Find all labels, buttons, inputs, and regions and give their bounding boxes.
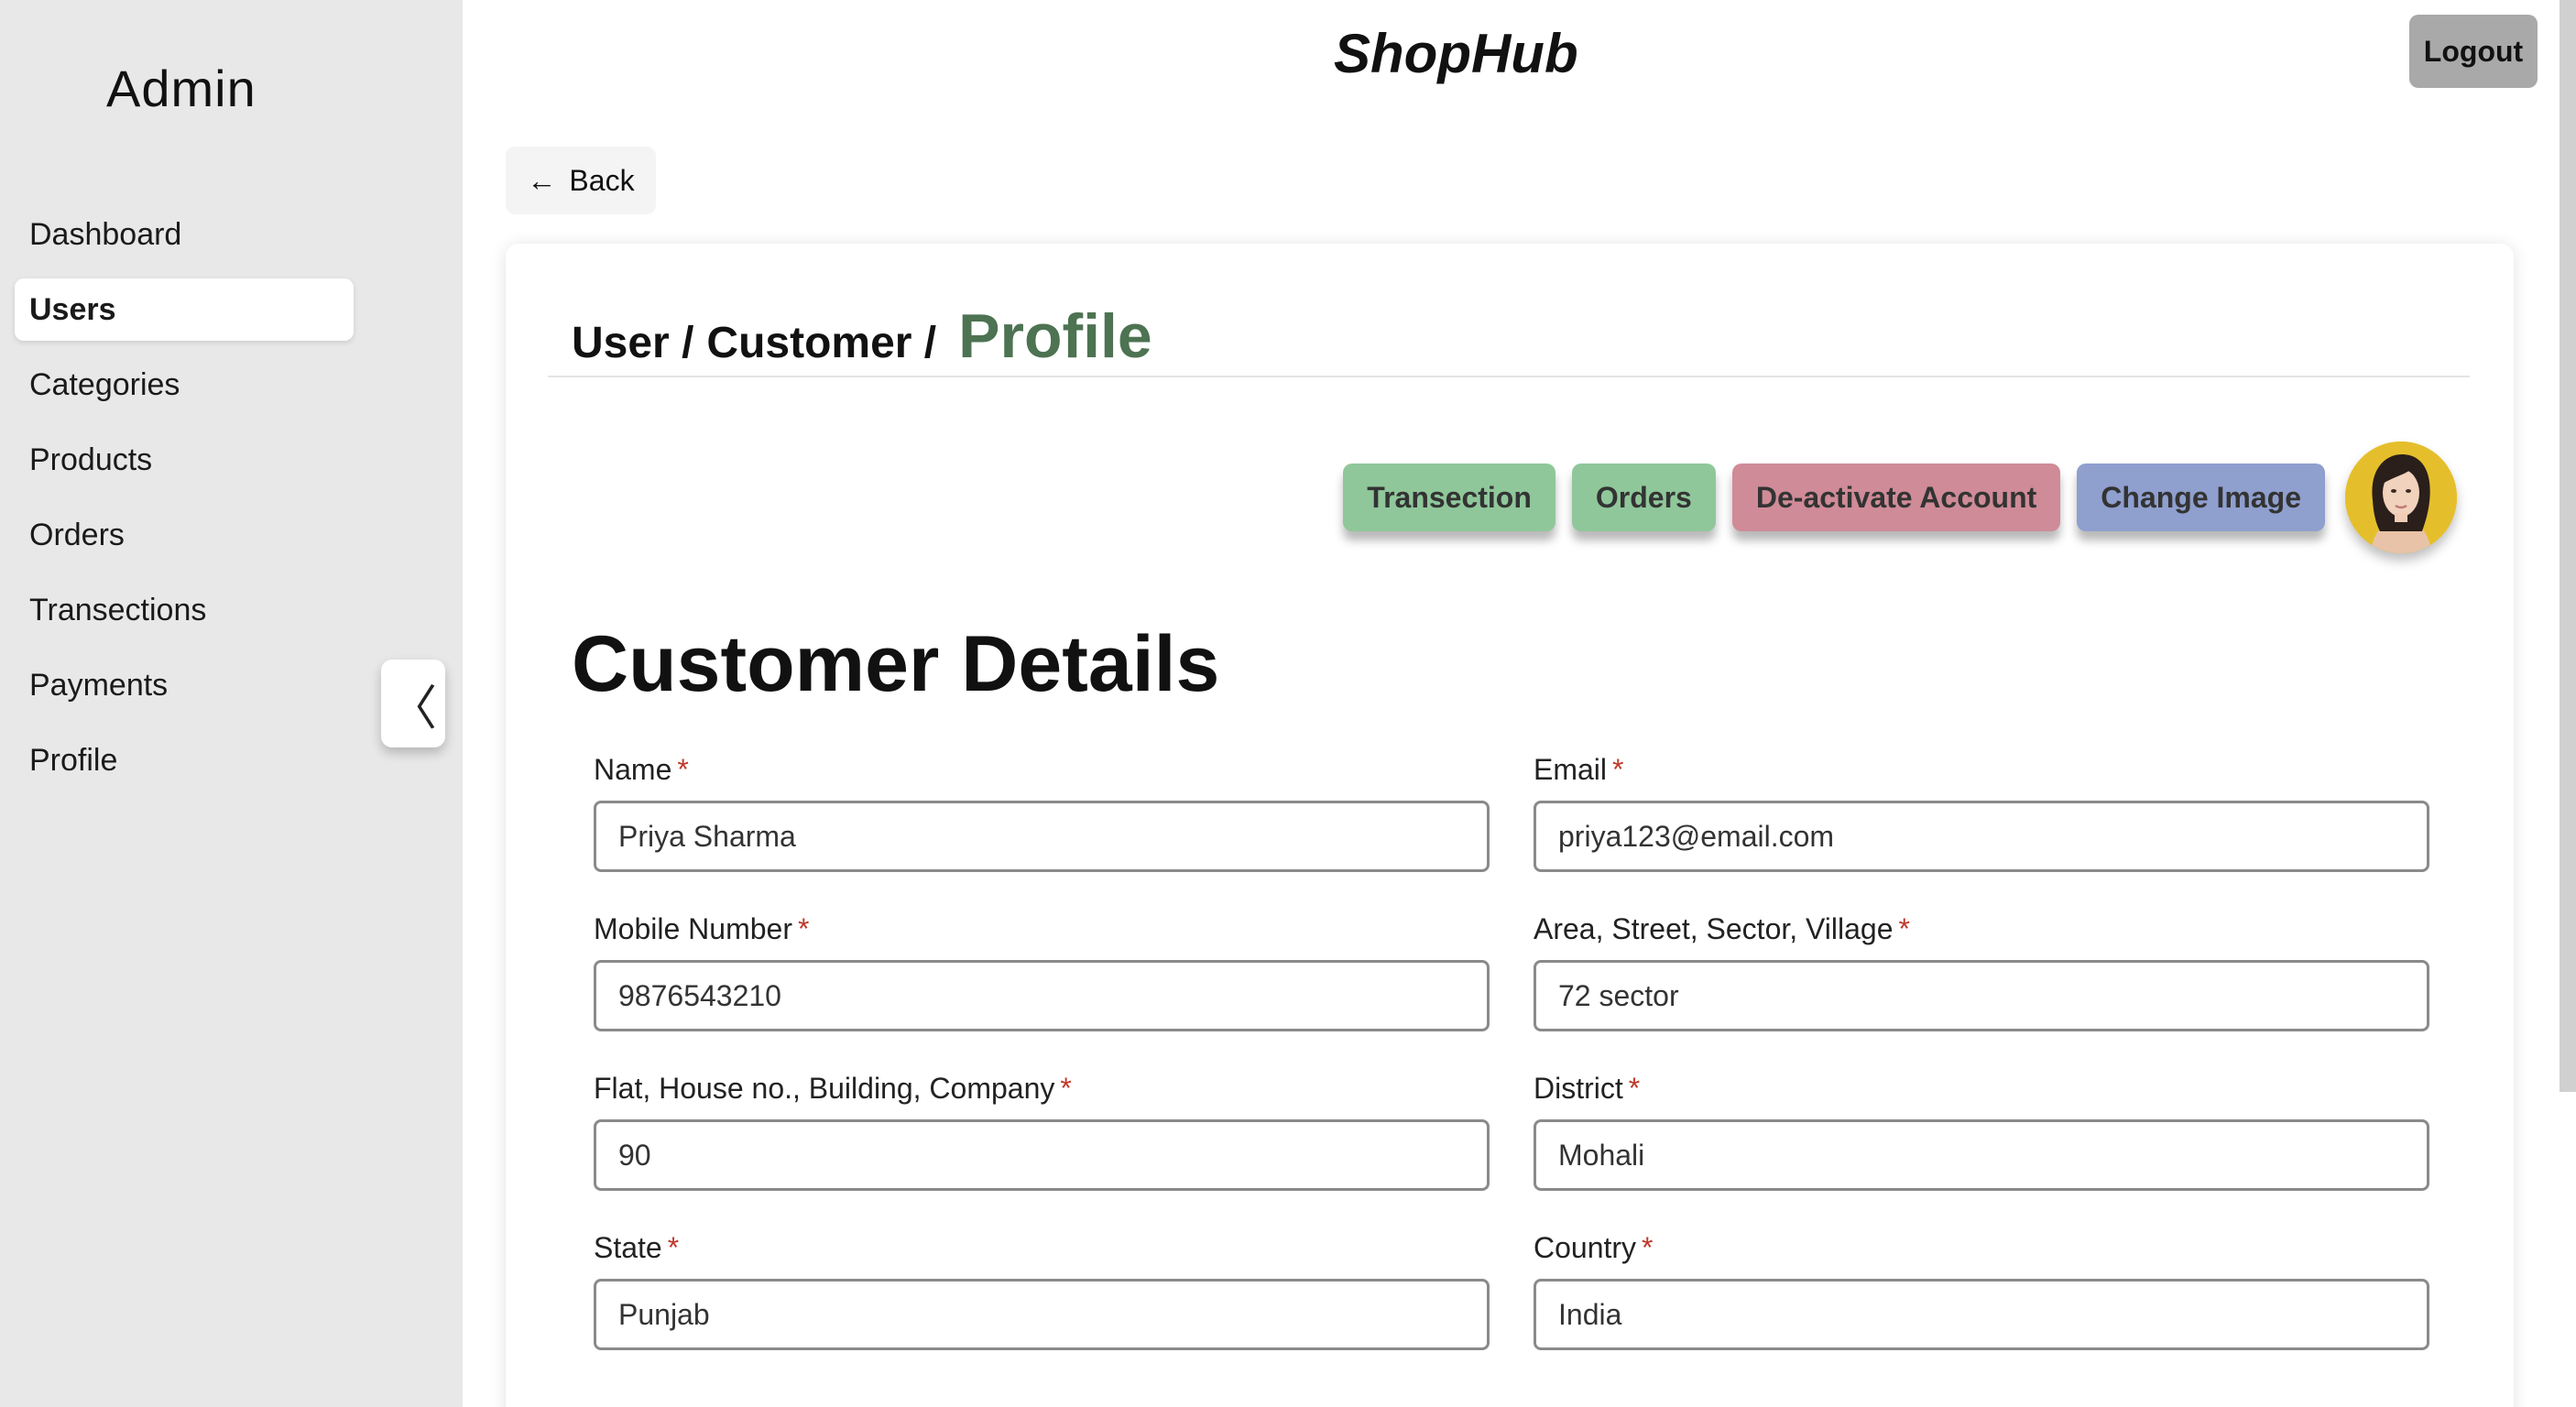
sidebar-item-products[interactable]: Products <box>15 429 354 491</box>
sidebar-collapse-button[interactable]: 〈 <box>381 660 445 747</box>
required-marker: * <box>1642 1231 1654 1264</box>
sidebar-item-categories[interactable]: Categories <box>15 354 354 416</box>
name-input[interactable] <box>594 801 1490 872</box>
required-marker: * <box>1898 912 1910 945</box>
flat-field-group: Flat, House no., Building, Company * <box>594 1068 1490 1202</box>
avatar-image <box>2345 442 2457 553</box>
change-image-button[interactable]: Change Image <box>2077 464 2325 531</box>
required-marker: * <box>797 912 810 945</box>
sidebar: Admin Dashboard Users Categories Product… <box>0 0 463 1407</box>
mobile-field-group: Mobile Number * <box>594 909 1490 1042</box>
sidebar-item-transections[interactable]: Transections <box>15 579 354 641</box>
app-title: ShopHub <box>1334 23 1578 84</box>
orders-button[interactable]: Orders <box>1571 464 1716 531</box>
email-input[interactable] <box>1534 801 2429 872</box>
sidebar-item-orders[interactable]: Orders <box>15 504 354 566</box>
sidebar-item-payments[interactable]: Payments <box>15 654 354 716</box>
scrollbar[interactable] <box>2560 0 2576 1092</box>
sidebar-item-dashboard[interactable]: Dashboard <box>15 203 354 266</box>
email-label: Email * <box>1534 753 1624 786</box>
flat-input[interactable] <box>594 1119 1490 1191</box>
transection-button[interactable]: Transection <box>1343 464 1555 531</box>
deactivate-account-button[interactable]: De-activate Account <box>1731 464 2061 531</box>
profile-card: User / Customer / Profile Transection Or… <box>506 244 2514 1407</box>
area-label: Area, Street, Sector, Village * <box>1534 912 1910 945</box>
breadcrumb-customer[interactable]: Customer / <box>706 318 936 368</box>
country-field-group: Country * <box>1534 1227 2429 1361</box>
mobile-input[interactable] <box>594 960 1490 1031</box>
back-button[interactable]: ← Back <box>506 147 656 214</box>
area-field-group: Area, Street, Sector, Village * <box>1534 909 2429 1042</box>
district-input[interactable] <box>1534 1119 2429 1191</box>
state-field-group: State * <box>594 1227 1490 1361</box>
required-marker: * <box>677 753 689 786</box>
back-label: Back <box>569 163 635 197</box>
divider <box>548 376 2470 377</box>
flat-label: Flat, House no., Building, Company * <box>594 1072 1072 1105</box>
admin-app: Admin Dashboard Users Categories Product… <box>0 0 2576 1407</box>
district-label: District * <box>1534 1072 1641 1105</box>
sidebar-item-users[interactable]: Users <box>15 278 354 341</box>
required-marker: * <box>1628 1072 1641 1105</box>
breadcrumb-current: Profile <box>958 301 1152 371</box>
arrow-left-icon: ← <box>527 163 557 197</box>
breadcrumb-user[interactable]: User / <box>572 318 693 368</box>
avatar[interactable] <box>2345 442 2457 553</box>
name-field-group: Name * <box>594 749 1490 883</box>
email-field-group: Email * <box>1534 749 2429 883</box>
area-input[interactable] <box>1534 960 2429 1031</box>
section-title: Customer Details <box>572 620 1220 708</box>
action-bar: Transection Orders De-activate Account C… <box>1343 442 2457 553</box>
logout-button[interactable]: Logout <box>2409 15 2538 88</box>
country-input[interactable] <box>1534 1279 2429 1350</box>
required-marker: * <box>1060 1072 1072 1105</box>
sidebar-brand: Admin <box>106 60 257 117</box>
sidebar-item-profile[interactable]: Profile <box>15 729 354 791</box>
state-label: State * <box>594 1231 680 1264</box>
customer-details-form: Name* Email* Mobile Number* Area, Street… <box>594 749 2448 1361</box>
sidebar-nav: Dashboard Users Categories Products Orde… <box>15 203 354 804</box>
district-field-group: District * <box>1534 1068 2429 1202</box>
name-label: Name * <box>594 753 689 786</box>
breadcrumb: User / Customer / Profile <box>572 300 1152 372</box>
mobile-label: Mobile Number * <box>594 912 810 945</box>
required-marker: * <box>1612 753 1624 786</box>
chevron-left-icon: 〈 <box>388 682 437 736</box>
state-input[interactable] <box>594 1279 1490 1350</box>
country-label: Country * <box>1534 1231 1654 1264</box>
required-marker: * <box>667 1231 680 1264</box>
